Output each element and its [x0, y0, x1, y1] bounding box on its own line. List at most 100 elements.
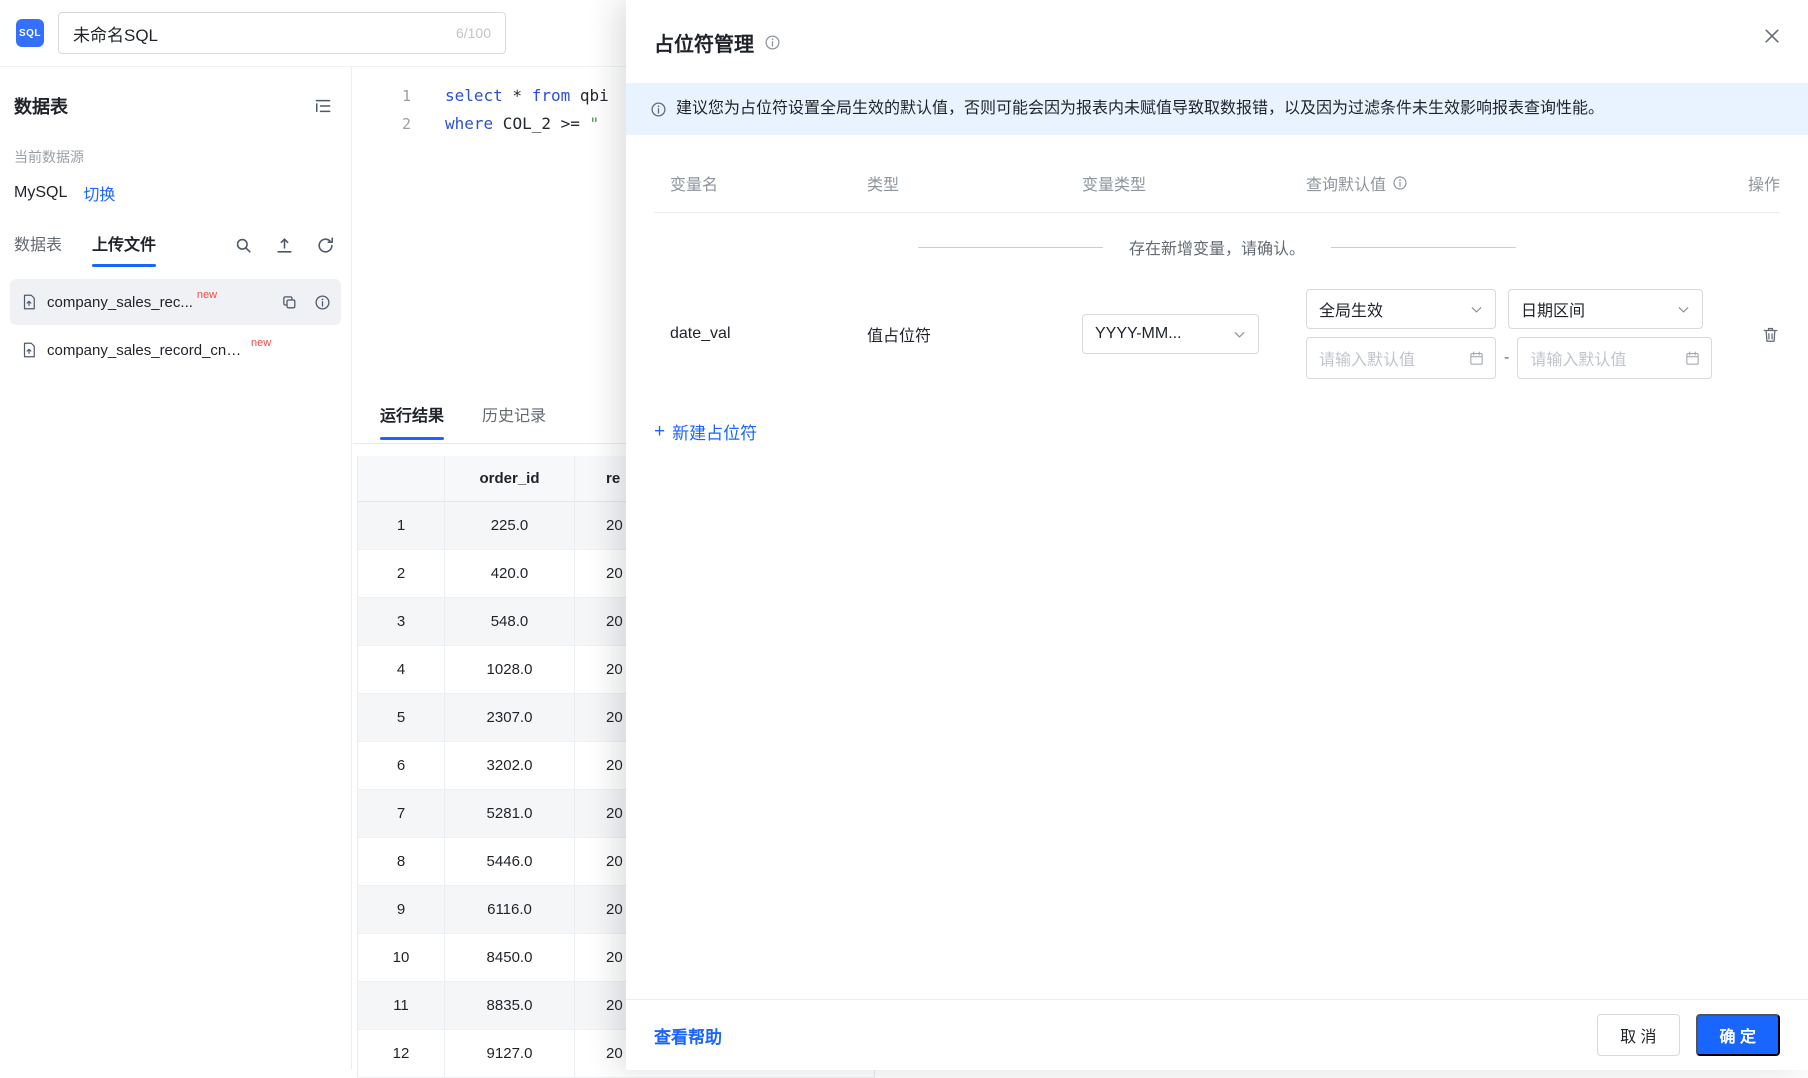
new-variable-notice: 存在新增变量，请确认。: [654, 235, 1780, 259]
uploaded-file-icon: [20, 341, 38, 359]
default-value-start-input[interactable]: 请输入默认值: [1306, 337, 1496, 380]
help-link[interactable]: 查看帮助: [654, 1023, 722, 1048]
sql-logo-text: SQL: [18, 27, 42, 39]
notice-line-left: [917, 246, 1103, 248]
sql-title-value: 未命名SQL: [73, 25, 159, 45]
file-list: company_sales_rec... new company_sales_rec…: [0, 279, 351, 373]
end-input-placeholder: 请输入默认值: [1530, 352, 1627, 370]
add-placeholder-label: 新建占位符: [672, 424, 758, 444]
result-tab-0[interactable]: 运行结果: [380, 402, 445, 440]
sql-title-input[interactable]: 未命名SQL 6/100: [58, 12, 506, 54]
line-number: 1: [401, 87, 411, 105]
sql-logo: SQL: [16, 19, 44, 47]
data-cell: 8450.0: [445, 934, 575, 982]
data-cell: 420.0: [445, 550, 575, 598]
variable-type-select-value: 日期区间: [1521, 303, 1586, 321]
code-text: where COL_2 >= ": [445, 114, 600, 133]
datasource-name: MySQL: [14, 184, 68, 201]
row-index-cell: 10: [357, 934, 445, 982]
sidebar-tabs: 数据表 上传文件: [14, 231, 335, 267]
file-name: company_sales_record_cn_...: [47, 341, 247, 359]
confirm-button[interactable]: 确 定: [1695, 1014, 1780, 1056]
file-list-item[interactable]: company_sales_record_cn_... new: [10, 327, 341, 373]
data-cell: 3202.0: [445, 742, 575, 790]
info-icon[interactable]: [314, 294, 331, 311]
upload-icon[interactable]: [275, 236, 294, 255]
notice-text: 存在新增变量，请确认。: [1128, 241, 1305, 259]
range-separator: -: [1504, 349, 1510, 367]
column-header: [357, 456, 445, 502]
default-value-end-input[interactable]: 请输入默认值: [1517, 337, 1713, 380]
title-info-icon[interactable]: [764, 34, 781, 51]
code-text: select * from qbi: [445, 86, 609, 105]
sidebar: 数据表 当前数据源 MySQL 切换 数据表 上传文件 company_sales…: [0, 67, 352, 1070]
collapse-panel-icon[interactable]: [313, 96, 333, 116]
row-index-cell: 4: [357, 646, 445, 694]
sidebar-tab-0[interactable]: 数据表: [14, 231, 62, 267]
row-index-cell: 3: [357, 598, 445, 646]
datasource-label: 当前数据源: [14, 149, 84, 165]
switch-datasource-link[interactable]: 切换: [83, 181, 115, 205]
row-index-cell: 6: [357, 742, 445, 790]
data-cell: 6116.0: [445, 886, 575, 934]
row-index-cell: 8: [357, 838, 445, 886]
delete-icon[interactable]: [1761, 325, 1780, 344]
scope-select[interactable]: 全局生效: [1306, 289, 1496, 330]
row-index-cell: 1: [357, 502, 445, 550]
banner-text: 建议您为占位符设置全局生效的默认值，否则可能会因为报表内未赋值导致取数报错，以及…: [676, 100, 1605, 117]
dialog-title: 占位符管理: [654, 34, 754, 56]
col-type: 类型: [867, 177, 900, 195]
row-index-cell: 2: [357, 550, 445, 598]
col-actions: 操作: [1747, 177, 1780, 195]
search-icon[interactable]: [234, 236, 253, 255]
variable-type-select[interactable]: 日期区间: [1508, 289, 1703, 330]
data-cell: 225.0: [445, 502, 575, 550]
file-name: company_sales_rec...: [47, 293, 193, 311]
file-actions: [281, 294, 331, 311]
calendar-icon[interactable]: [1684, 350, 1701, 367]
cancel-button[interactable]: 取 消: [1597, 1014, 1680, 1056]
result-tabs: 运行结果 历史记录: [380, 402, 584, 440]
format-select[interactable]: YYYY-MM...: [1082, 314, 1259, 355]
data-cell: 1028.0: [445, 646, 575, 694]
row-index-cell: 12: [357, 1030, 445, 1078]
data-cell: 8835.0: [445, 982, 575, 1030]
row-index-cell: 7: [357, 790, 445, 838]
placeholder-table-header: 变量名 类型 变量类型 查询默认值 操作: [654, 171, 1780, 214]
file-list-item[interactable]: company_sales_rec... new: [10, 279, 341, 325]
column-header: order_id: [445, 456, 575, 502]
variable-kind: 值占位符: [867, 328, 932, 346]
row-index-cell: 5: [357, 694, 445, 742]
calendar-icon[interactable]: [1468, 350, 1485, 367]
uploaded-file-icon: [20, 293, 38, 311]
variable-name: date_val: [670, 325, 731, 343]
close-icon[interactable]: [1762, 26, 1782, 46]
copy-icon[interactable]: [281, 294, 298, 311]
col-default-value: 查询默认值: [1306, 177, 1387, 195]
notice-line-right: [1331, 246, 1516, 248]
col-variable-name: 变量名: [670, 177, 719, 195]
add-placeholder-link[interactable]: + 新建占位符: [654, 419, 757, 444]
sql-title-counter: 6/100: [455, 25, 491, 41]
default-value-info-icon[interactable]: [1392, 175, 1408, 191]
refresh-icon[interactable]: [316, 236, 335, 255]
data-cell: 5446.0: [445, 838, 575, 886]
new-badge: new: [251, 337, 272, 349]
data-cell: 2307.0: [445, 694, 575, 742]
info-banner: 建议您为占位符设置全局生效的默认值，否则可能会因为报表内未赋值导致取数报错，以及…: [626, 83, 1808, 136]
data-cell: 548.0: [445, 598, 575, 646]
sidebar-tab-1[interactable]: 上传文件: [92, 231, 157, 267]
info-icon: [650, 101, 667, 118]
sidebar-title: 数据表: [14, 97, 68, 117]
line-number: 2: [401, 115, 411, 133]
start-input-placeholder: 请输入默认值: [1319, 352, 1416, 370]
row-index-cell: 9: [357, 886, 445, 934]
chevron-down-icon: [1231, 326, 1248, 343]
result-tab-1[interactable]: 历史记录: [482, 402, 546, 440]
new-badge: new: [196, 289, 218, 301]
chevron-down-icon: [1675, 301, 1692, 318]
format-select-value: YYYY-MM...: [1095, 325, 1182, 343]
data-cell: 5281.0: [445, 790, 575, 838]
data-cell: 9127.0: [445, 1030, 575, 1078]
chevron-down-icon: [1468, 301, 1485, 318]
